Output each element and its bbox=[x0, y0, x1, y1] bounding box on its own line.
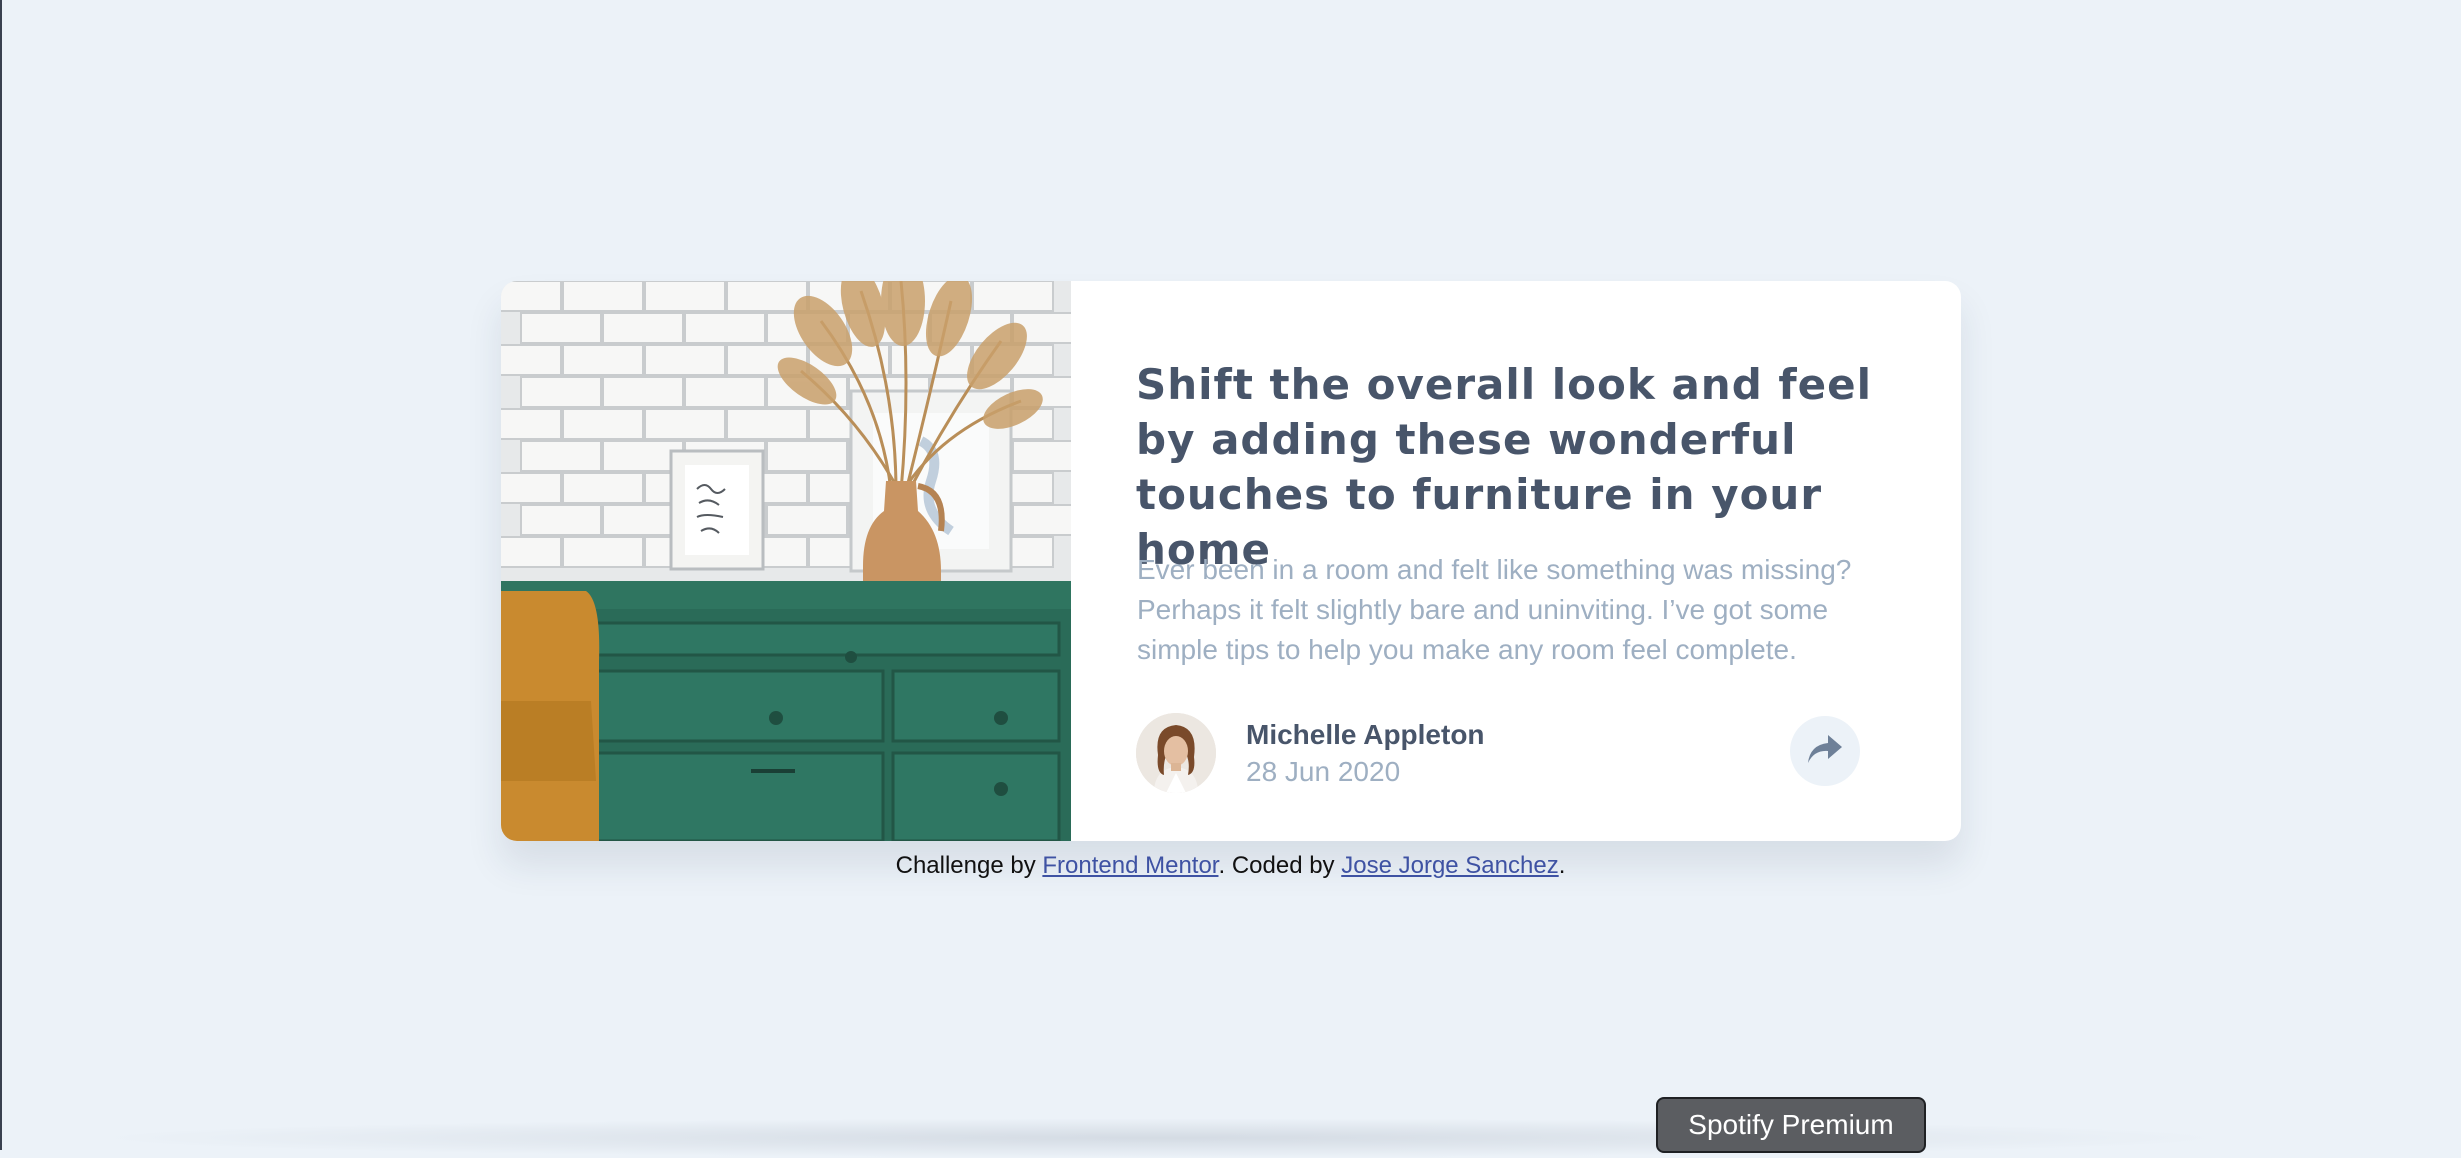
window-left-edge bbox=[0, 0, 2, 1150]
attribution-middle: . Coded by bbox=[1218, 852, 1342, 879]
author-link[interactable]: Jose Jorge Sanchez bbox=[1341, 852, 1558, 879]
frontend-mentor-link[interactable]: Frontend Mentor bbox=[1042, 852, 1218, 879]
share-icon bbox=[1808, 734, 1842, 768]
spotify-premium-button[interactable]: Spotify Premium bbox=[1656, 1097, 1926, 1153]
attribution: Challenge by Frontend Mentor. Coded by J… bbox=[0, 850, 2461, 882]
article-title: Shift the overall look and feel by addin… bbox=[1136, 360, 1873, 574]
share-button[interactable] bbox=[1790, 716, 1860, 786]
attribution-suffix: . bbox=[1558, 852, 1566, 879]
author-name: Michelle Appleton bbox=[1246, 719, 1485, 750]
article-description: Ever been in a room and felt like someth… bbox=[1137, 554, 1852, 665]
article-date: 28 Jun 2020 bbox=[1246, 756, 1401, 787]
article-content: Shift the overall look and feel by addin… bbox=[1071, 281, 1961, 841]
author-avatar bbox=[1136, 713, 1216, 793]
article-photo bbox=[501, 281, 1071, 841]
article-preview-card: Shift the overall look and feel by addin… bbox=[501, 281, 1961, 841]
attribution-prefix: Challenge by bbox=[895, 852, 1043, 879]
